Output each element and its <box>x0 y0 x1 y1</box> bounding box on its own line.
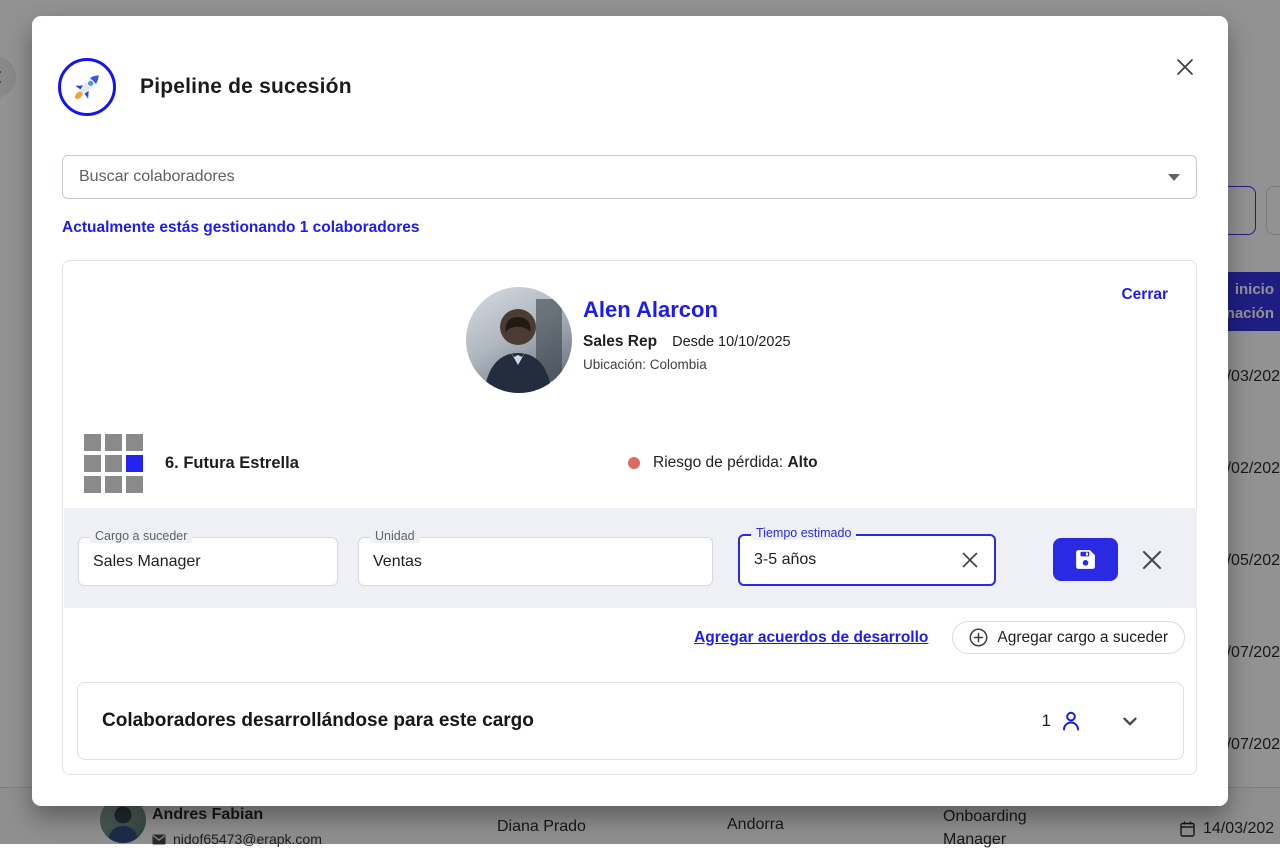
nine-box-grid <box>84 434 143 493</box>
succession-form-band: Cargo a suceder Sales Manager Unidad Ven… <box>64 508 1197 608</box>
modal-close-button[interactable] <box>1168 50 1202 84</box>
employee-avatar <box>466 287 572 393</box>
nine-box-cell <box>126 434 143 451</box>
save-button[interactable] <box>1053 538 1118 581</box>
nine-box-cell <box>84 434 101 451</box>
nine-box-cell <box>105 476 122 493</box>
search-collaborators-input[interactable]: Buscar colaboradores <box>62 155 1197 199</box>
managing-count-note: Actualmente estás gestionando 1 colabora… <box>62 219 419 237</box>
risk-text: Riesgo de pérdida: Alto <box>653 454 818 472</box>
rocket-glyph <box>68 68 106 106</box>
person-info: Alen Alarcon Sales Rep Desde 10/10/2025 … <box>583 297 791 372</box>
person-photo-silhouette <box>466 287 572 393</box>
risk-dot-icon <box>628 457 640 469</box>
add-position-button[interactable]: Agregar cargo a suceder <box>952 621 1185 654</box>
modal-title: Pipeline de sucesión <box>140 75 352 99</box>
nine-box-cell <box>126 455 143 472</box>
chevron-down-icon[interactable] <box>1119 710 1141 732</box>
nine-box-row: 6. Futura Estrella <box>84 433 299 493</box>
employee-succession-card: Cerrar Alen Alarcon Sales Rep Desde 10/1… <box>62 260 1197 775</box>
add-development-agreements-link[interactable]: Agregar acuerdos de desarrollo <box>694 629 928 647</box>
nine-box-cell <box>105 455 122 472</box>
collaborators-count: 1 <box>1042 711 1051 731</box>
person-name-link[interactable]: Alen Alarcon <box>583 297 791 323</box>
position-to-succeed-field[interactable]: Cargo a suceder Sales Manager <box>78 537 338 586</box>
chevron-down-icon[interactable] <box>1168 174 1180 181</box>
nine-box-label: 6. Futura Estrella <box>165 454 299 473</box>
nine-box-cell <box>126 476 143 493</box>
field-value: Sales Manager <box>93 538 307 585</box>
card-actions-row: Agregar acuerdos de desarrollo Agregar c… <box>694 621 1185 654</box>
field-value: 3-5 años <box>754 536 964 584</box>
clear-x-icon <box>961 551 979 569</box>
unit-field[interactable]: Unidad Ventas <box>358 537 713 586</box>
rocket-icon <box>58 58 116 116</box>
collaborators-title: Colaboradores desarrollándose para este … <box>102 710 534 732</box>
plus-circle-icon <box>969 628 988 647</box>
person-since: Desde 10/10/2025 <box>672 334 791 350</box>
cancel-button[interactable] <box>1136 544 1168 576</box>
person-location: Ubicación: Colombia <box>583 357 791 372</box>
collaborators-meta: 1 <box>1042 709 1141 733</box>
card-close-link[interactable]: Cerrar <box>1121 286 1168 304</box>
succession-pipeline-modal: Pipeline de sucesión Buscar colaboradore… <box>32 16 1228 806</box>
risk-value: Alto <box>787 454 817 471</box>
close-icon <box>1174 56 1196 78</box>
nine-box-cell <box>105 434 122 451</box>
person-role: Sales Rep <box>583 333 657 351</box>
collaborators-developing-section[interactable]: Colaboradores desarrollándose para este … <box>77 682 1184 760</box>
nine-box-cell <box>84 476 101 493</box>
nine-box-cell <box>84 455 101 472</box>
person-role-row: Sales Rep Desde 10/10/2025 <box>583 333 791 351</box>
modal-header: Pipeline de sucesión <box>58 58 352 116</box>
estimated-time-field[interactable]: Tiempo estimado 3-5 años <box>738 534 996 586</box>
field-value: Ventas <box>373 538 682 585</box>
cancel-x-icon <box>1140 548 1164 572</box>
loss-risk-row: Riesgo de pérdida: Alto <box>628 433 818 493</box>
clear-field-button[interactable] <box>958 548 982 572</box>
risk-label: Riesgo de pérdida: <box>653 454 783 471</box>
search-placeholder: Buscar colaboradores <box>79 168 1168 186</box>
save-floppy-icon <box>1073 547 1098 572</box>
add-position-label: Agregar cargo a suceder <box>997 629 1168 647</box>
person-icon <box>1059 709 1083 733</box>
